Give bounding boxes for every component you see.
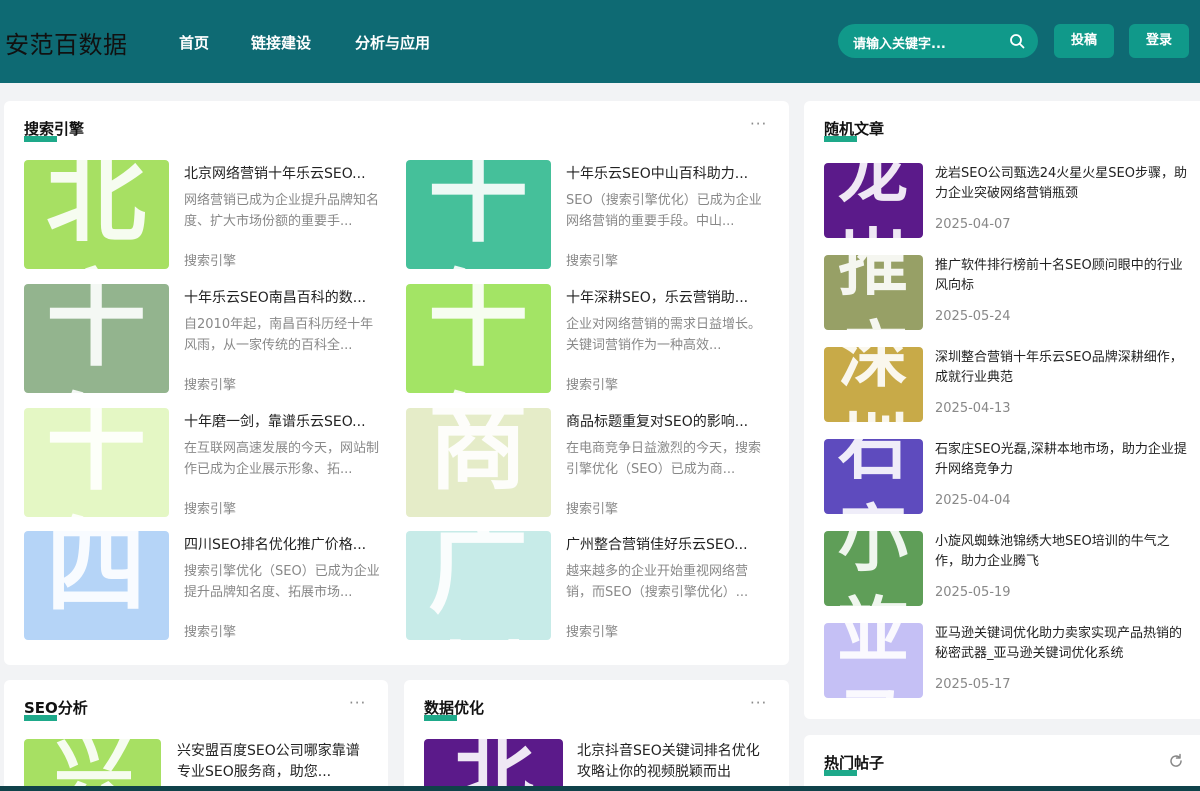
- hot-posts-card: 热门帖子: [804, 735, 1200, 791]
- article-date: 2025-04-13: [935, 401, 1011, 416]
- more-icon[interactable]: ···: [750, 117, 767, 132]
- thumbnail-glyph: 石家: [838, 439, 908, 514]
- thumbnail-glyph: 亚马: [838, 623, 908, 698]
- article-summary: 企业对网络营销的需求日益增长。关键词营销作为一种高效...: [566, 317, 762, 353]
- article-thumbnail[interactable]: 广州: [406, 531, 551, 640]
- thumbnail-glyph: 深圳: [838, 347, 908, 422]
- search-box[interactable]: 请输入关键字...: [838, 24, 1038, 58]
- article-thumbnail[interactable]: 兴: [24, 739, 161, 791]
- article-title[interactable]: 四川SEO排名优化推广价格...: [184, 534, 384, 554]
- thumbnail-glyph: 商品: [428, 408, 528, 517]
- article-thumbnail[interactable]: 小旋: [824, 531, 923, 606]
- article-category[interactable]: 搜索引擎: [566, 621, 618, 640]
- article-category[interactable]: 搜索引擎: [566, 250, 618, 269]
- thumbnail-glyph: 北京: [46, 160, 146, 269]
- nav-analysis[interactable]: 分析与应用: [355, 32, 430, 53]
- site-logo[interactable]: 安范百数据: [5, 25, 128, 60]
- top-header: 安范百数据 首页 链接建设 分析与应用 请输入关键字... 投稿 登录: [0, 0, 1200, 83]
- article-category[interactable]: 搜索引擎: [566, 498, 618, 517]
- article-summary: 自2010年起，南昌百科历经十年风雨，从一家传统的百科全...: [184, 317, 374, 353]
- article-summary: SEO（搜索引擎优化）已成为企业网络营销的重要手段。中山...: [566, 193, 762, 229]
- article-title[interactable]: 亚马逊关键词优化助力卖家实现产品热销的秘密武器_亚马逊关键词优化系统: [935, 624, 1190, 664]
- article-title[interactable]: 深圳整合营销十年乐云SEO品牌深耕细作，成就行业典范: [935, 348, 1190, 388]
- article-date: 2025-05-19: [935, 585, 1011, 600]
- article-title[interactable]: 北京网络营销十年乐云SEO...: [184, 163, 384, 183]
- refresh-icon[interactable]: [1168, 753, 1184, 769]
- article-summary: 越来越多的企业开始重视网络营销，而SEO（搜索引擎优化）...: [566, 564, 749, 600]
- thumbnail-glyph: 十年: [428, 160, 528, 269]
- section-title: SEO分析: [24, 699, 88, 717]
- article-title[interactable]: 北京抖音SEO关键词排名优化攻略让你的视频脱颖而出: [577, 741, 772, 783]
- thumbnail-glyph: 推广: [838, 255, 908, 330]
- submit-article-button[interactable]: 投稿: [1054, 24, 1114, 58]
- section-title: 数据优化: [424, 699, 485, 717]
- random-articles-card: 随机文章 龙岩龙岩SEO公司甄选24火星火星SEO步骤，助力企业突破网络营销瓶颈…: [804, 101, 1200, 719]
- section-title: 热门帖子: [824, 754, 885, 772]
- article-title[interactable]: 十年乐云SEO中山百科助力...: [566, 163, 766, 183]
- article-thumbnail[interactable]: 深圳: [824, 347, 923, 422]
- article-summary: 在电商竞争日益激烈的今天，搜索引擎优化（SEO）已成为商...: [566, 441, 762, 477]
- seo-analysis-card: SEO分析 ··· 兴 兴安盟百度SEO公司哪家靠谱专业SEO服务商，助您...: [4, 680, 388, 791]
- article-title[interactable]: 十年深耕SEO，乐云营销助...: [566, 287, 766, 307]
- article-thumbnail[interactable]: 北: [424, 739, 563, 791]
- article-summary: 搜索引擎优化（SEO）已成为企业提升品牌知名度、拓展市场...: [184, 564, 380, 600]
- more-icon[interactable]: ···: [750, 696, 767, 711]
- article-thumbnail[interactable]: 十年: [24, 284, 169, 393]
- article-date: 2025-04-04: [935, 493, 1011, 508]
- search-input[interactable]: 请输入关键字...: [853, 33, 946, 52]
- data-optimization-card: 数据优化 ··· 北 北京抖音SEO关键词排名优化攻略让你的视频脱颖而出: [404, 680, 789, 791]
- article-summary: 网络营销已成为企业提升品牌知名度、扩大市场份额的重要手...: [184, 193, 380, 229]
- article-title[interactable]: 兴安盟百度SEO公司哪家靠谱专业SEO服务商，助您...: [177, 741, 372, 783]
- article-thumbnail[interactable]: 石家: [824, 439, 923, 514]
- nav-home[interactable]: 首页: [179, 32, 209, 53]
- article-summary: 在互联网高速发展的今天，网站制作已成为企业展示形象、拓...: [184, 441, 380, 477]
- article-date: 2025-05-24: [935, 309, 1011, 324]
- article-title[interactable]: 十年乐云SEO南昌百科的数...: [184, 287, 384, 307]
- article-category[interactable]: 搜索引擎: [184, 250, 236, 269]
- section-title: 搜索引擎: [24, 120, 85, 138]
- article-thumbnail[interactable]: 北京: [24, 160, 169, 269]
- article-category[interactable]: 搜索引擎: [566, 374, 618, 393]
- article-thumbnail[interactable]: 亚马: [824, 623, 923, 698]
- search-engine-card: 搜索引擎 ··· 北京 北京网络营销十年乐云SEO... 网络营销已成为企业提升品牌…: [4, 101, 789, 665]
- article-thumbnail[interactable]: 四川: [24, 531, 169, 640]
- thumbnail-glyph: 十年: [428, 284, 528, 393]
- article-thumbnail[interactable]: 十年: [24, 408, 169, 517]
- article-date: 2025-05-17: [935, 677, 1011, 692]
- thumbnail-glyph: 小旋: [838, 531, 908, 606]
- thumbnail-glyph: 广州: [428, 531, 528, 640]
- search-icon[interactable]: [1009, 33, 1025, 49]
- article-date: 2025-04-07: [935, 217, 1011, 232]
- nav-link-building[interactable]: 链接建设: [251, 32, 311, 53]
- more-icon[interactable]: ···: [349, 696, 366, 711]
- article-title[interactable]: 十年磨一剑，靠谱乐云SEO...: [184, 411, 384, 431]
- thumbnail-glyph: 十年: [46, 408, 146, 517]
- article-thumbnail[interactable]: 商品: [406, 408, 551, 517]
- bottom-edge: [0, 786, 1200, 791]
- thumbnail-glyph: 十年: [46, 284, 146, 393]
- article-thumbnail[interactable]: 十年: [406, 284, 551, 393]
- article-thumbnail[interactable]: 推广: [824, 255, 923, 330]
- thumbnail-glyph: 北: [454, 739, 534, 791]
- login-button[interactable]: 登录: [1129, 24, 1189, 58]
- article-category[interactable]: 搜索引擎: [184, 498, 236, 517]
- thumbnail-glyph: 兴: [54, 739, 134, 791]
- article-title[interactable]: 商品标题重复对SEO的影响...: [566, 411, 766, 431]
- article-title[interactable]: 推广软件排行榜前十名SEO顾问眼中的行业风向标: [935, 256, 1190, 296]
- thumbnail-glyph: 四川: [46, 531, 146, 640]
- section-title: 随机文章: [824, 120, 885, 138]
- article-title[interactable]: 龙岩SEO公司甄选24火星火星SEO步骤，助力企业突破网络营销瓶颈: [935, 164, 1190, 204]
- article-thumbnail[interactable]: 龙岩: [824, 163, 923, 238]
- article-thumbnail[interactable]: 十年: [406, 160, 551, 269]
- article-title[interactable]: 石家庄SEO光磊,深耕本地市场，助力企业提升网络竞争力: [935, 440, 1190, 480]
- article-category[interactable]: 搜索引擎: [184, 374, 236, 393]
- article-title[interactable]: 广州整合营销佳好乐云SEO...: [566, 534, 766, 554]
- thumbnail-glyph: 龙岩: [838, 163, 908, 238]
- article-category[interactable]: 搜索引擎: [184, 621, 236, 640]
- article-title[interactable]: 小旋风蜘蛛池锦绣大地SEO培训的牛气之作，助力企业腾飞: [935, 532, 1190, 572]
